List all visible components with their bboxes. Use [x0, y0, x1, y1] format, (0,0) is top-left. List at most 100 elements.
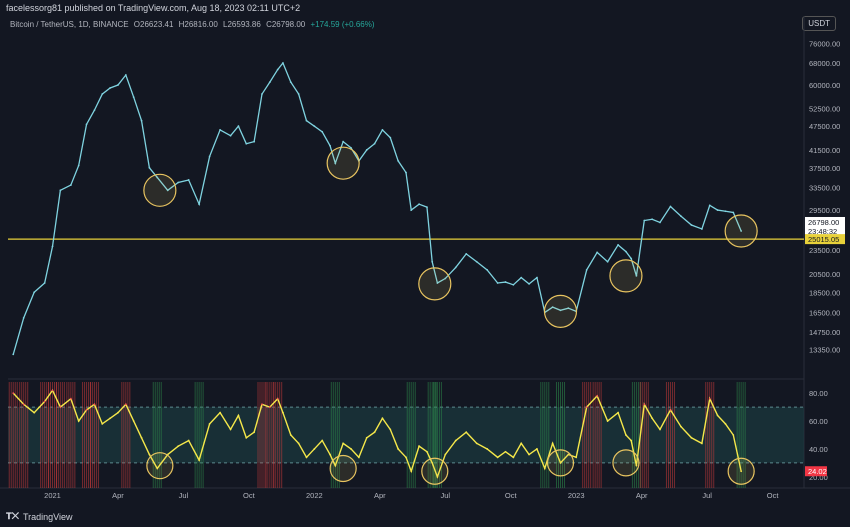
price-point — [630, 257, 633, 260]
rsi-point — [575, 456, 578, 459]
rsi-point — [77, 420, 80, 422]
rsi-point — [512, 456, 515, 459]
price-tick-label: 18500.00 — [809, 288, 840, 297]
rsi-point — [85, 408, 88, 411]
rsi-point — [585, 406, 588, 409]
time-tick-label: Apr — [112, 491, 124, 500]
chart-canvas[interactable]: 76000.00 68000.00 60000.00 52500.00 47500.00… — [0, 0, 850, 527]
rsi-highlight-circle — [612, 449, 640, 477]
rsi-tick-label: 40.00 — [809, 445, 828, 454]
rsi-point — [651, 417, 654, 420]
price-point — [132, 96, 135, 99]
highlight-circle — [326, 146, 360, 180]
support-price-label: 25015.05 — [808, 235, 839, 244]
highlight-circle — [609, 259, 643, 293]
price-point — [700, 228, 703, 230]
rsi-point — [465, 431, 468, 434]
price-point — [536, 276, 538, 279]
price-point — [282, 62, 284, 64]
rsi-highlight-circle — [329, 454, 357, 483]
price-point — [140, 119, 143, 122]
rsi-point — [289, 434, 292, 436]
price-point — [410, 209, 413, 211]
price-tick-label: 20500.00 — [809, 270, 840, 279]
footer-brand: TradingView — [23, 511, 73, 522]
rsi-point — [690, 436, 693, 439]
rsi-point — [140, 436, 143, 439]
rsi-point — [551, 442, 554, 445]
rsi-point — [253, 431, 256, 434]
time-tick-label: 2021 — [44, 491, 61, 500]
rsi-point — [237, 414, 240, 417]
rsi-point — [268, 406, 271, 409]
price-point — [669, 205, 672, 208]
price-point — [124, 74, 127, 76]
rsi-point — [405, 456, 407, 459]
rsi-point — [596, 395, 599, 397]
tradingview-logo-icon: 𝐓⨉ — [6, 511, 19, 521]
price-point — [716, 209, 719, 211]
footer: 𝐓⨉ TradingView — [6, 511, 73, 522]
price-point — [454, 266, 457, 269]
price-point — [245, 142, 248, 145]
rsi-point — [373, 431, 376, 434]
price-tick-label: 52500.00 — [809, 105, 840, 114]
rsi-point — [528, 453, 530, 456]
rsi-point — [93, 403, 96, 406]
price-point — [708, 204, 711, 207]
rsi-point — [716, 414, 719, 417]
price-point — [219, 129, 221, 131]
rsi-point — [43, 400, 46, 403]
price-point — [329, 144, 331, 147]
rsi-point — [22, 403, 25, 406]
time-tick-label: Oct — [505, 491, 518, 500]
time-tick-label: Apr — [374, 491, 386, 500]
time-tick-label: 2023 — [568, 491, 585, 500]
price-point — [365, 149, 368, 151]
rsi-highlight-circle — [546, 449, 575, 477]
rsi-point — [33, 411, 36, 414]
rsi-highlight-circle — [727, 457, 755, 485]
price-point — [305, 119, 308, 122]
rsi-point — [381, 417, 384, 420]
rsi-point — [51, 389, 54, 392]
rsi-point — [625, 434, 627, 436]
rsi-point — [418, 445, 420, 448]
rsi-point — [659, 428, 661, 431]
price-point — [342, 140, 345, 143]
price-tick-label: 60000.00 — [809, 81, 840, 90]
rsi-point — [454, 439, 457, 442]
price-point — [208, 155, 211, 158]
price-tick-label: 76000.00 — [809, 39, 840, 48]
price-point — [418, 203, 420, 206]
price-point — [651, 218, 654, 221]
rsi-point — [504, 450, 507, 453]
price-point — [475, 260, 478, 263]
time-tick-label: Oct — [767, 491, 780, 500]
price-point — [596, 251, 599, 254]
price-point — [486, 269, 489, 271]
rsi-point — [101, 422, 104, 425]
price-point — [690, 224, 693, 226]
price-point — [177, 181, 180, 184]
price-point — [381, 129, 384, 131]
price-point — [109, 87, 112, 89]
rsi-point — [444, 453, 447, 456]
price-tick-label: 47500.00 — [809, 122, 840, 131]
price-point — [268, 81, 271, 84]
rsi-point — [669, 408, 672, 411]
price-tick-label: 33500.00 — [809, 184, 840, 193]
price-point — [405, 171, 407, 174]
rsi-point — [350, 448, 352, 450]
rsi-point — [606, 420, 609, 422]
price-tick-label: 23500.00 — [809, 246, 840, 255]
time-tick-label: Jul — [179, 491, 189, 500]
rsi-point — [357, 456, 360, 459]
rsi-point — [708, 397, 711, 400]
price-point — [12, 353, 15, 356]
price-point — [659, 221, 661, 224]
rsi-point — [198, 459, 201, 462]
price-point — [504, 281, 507, 283]
time-tick-label: Oct — [243, 491, 256, 500]
rsi-point — [124, 403, 127, 406]
